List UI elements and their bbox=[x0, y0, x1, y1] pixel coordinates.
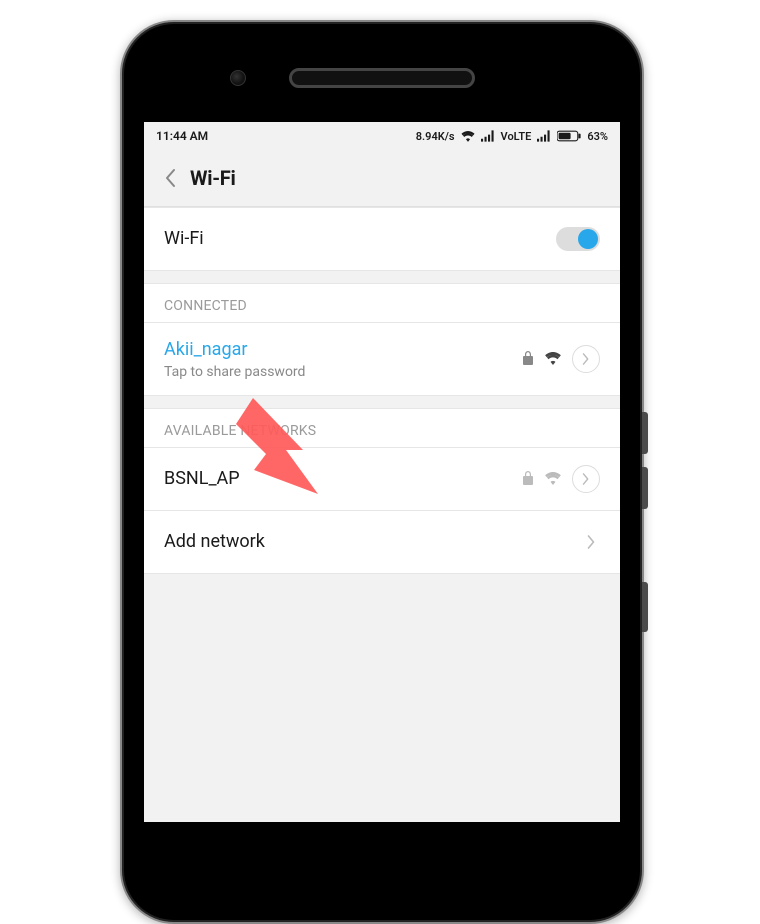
signal-icon bbox=[481, 130, 495, 142]
battery-icon bbox=[557, 130, 581, 142]
chevron-right-icon bbox=[582, 535, 600, 549]
signal-icon bbox=[537, 130, 551, 142]
chevron-left-icon bbox=[163, 168, 177, 188]
page-title: Wi-Fi bbox=[190, 166, 235, 190]
phone-speaker bbox=[289, 68, 475, 88]
phone-frame: 11:44 AM 8.94K/s VoLTE bbox=[120, 20, 644, 924]
details-button[interactable] bbox=[572, 465, 600, 493]
available-network-row[interactable]: BSNL_AP bbox=[144, 447, 620, 510]
phone-side-button bbox=[642, 467, 648, 509]
chevron-right-icon bbox=[582, 353, 590, 365]
add-network-label: Add network bbox=[164, 530, 582, 553]
status-throughput: 8.94K/s bbox=[416, 130, 455, 143]
status-battery-pct: 63% bbox=[587, 130, 608, 143]
section-divider bbox=[144, 270, 620, 283]
connected-network-row[interactable]: Akii_nagar Tap to share password bbox=[144, 322, 620, 395]
available-network-name: BSNL_AP bbox=[164, 467, 522, 490]
available-section-header: AVAILABLE NETWORKS bbox=[144, 408, 620, 447]
phone-side-button bbox=[642, 582, 648, 632]
details-button[interactable] bbox=[572, 345, 600, 373]
add-network-row[interactable]: Add network bbox=[144, 510, 620, 574]
wifi-icon bbox=[461, 130, 475, 142]
lock-icon bbox=[522, 470, 534, 489]
connected-network-name: Akii_nagar bbox=[164, 338, 522, 361]
connected-section-header: CONNECTED bbox=[144, 283, 620, 322]
chevron-right-icon bbox=[582, 473, 590, 485]
wifi-toggle-row[interactable]: Wi-Fi bbox=[144, 207, 620, 270]
lock-icon bbox=[522, 350, 534, 369]
wifi-signal-icon bbox=[544, 350, 562, 369]
connected-network-subtitle: Tap to share password bbox=[164, 364, 522, 380]
toggle-knob bbox=[578, 229, 598, 249]
header: Wi-Fi bbox=[144, 150, 620, 207]
back-button[interactable] bbox=[152, 160, 188, 196]
wifi-toggle-switch[interactable] bbox=[556, 227, 600, 251]
phone-side-button bbox=[642, 412, 648, 454]
section-divider bbox=[144, 395, 620, 408]
screen: 11:44 AM 8.94K/s VoLTE bbox=[144, 122, 620, 822]
status-time: 11:44 AM bbox=[156, 129, 208, 143]
wifi-signal-icon bbox=[544, 470, 562, 489]
status-volte: VoLTE bbox=[501, 130, 532, 143]
status-bar: 11:44 AM 8.94K/s VoLTE bbox=[144, 122, 620, 150]
wifi-toggle-label: Wi-Fi bbox=[164, 227, 556, 250]
phone-front-camera bbox=[230, 70, 246, 86]
